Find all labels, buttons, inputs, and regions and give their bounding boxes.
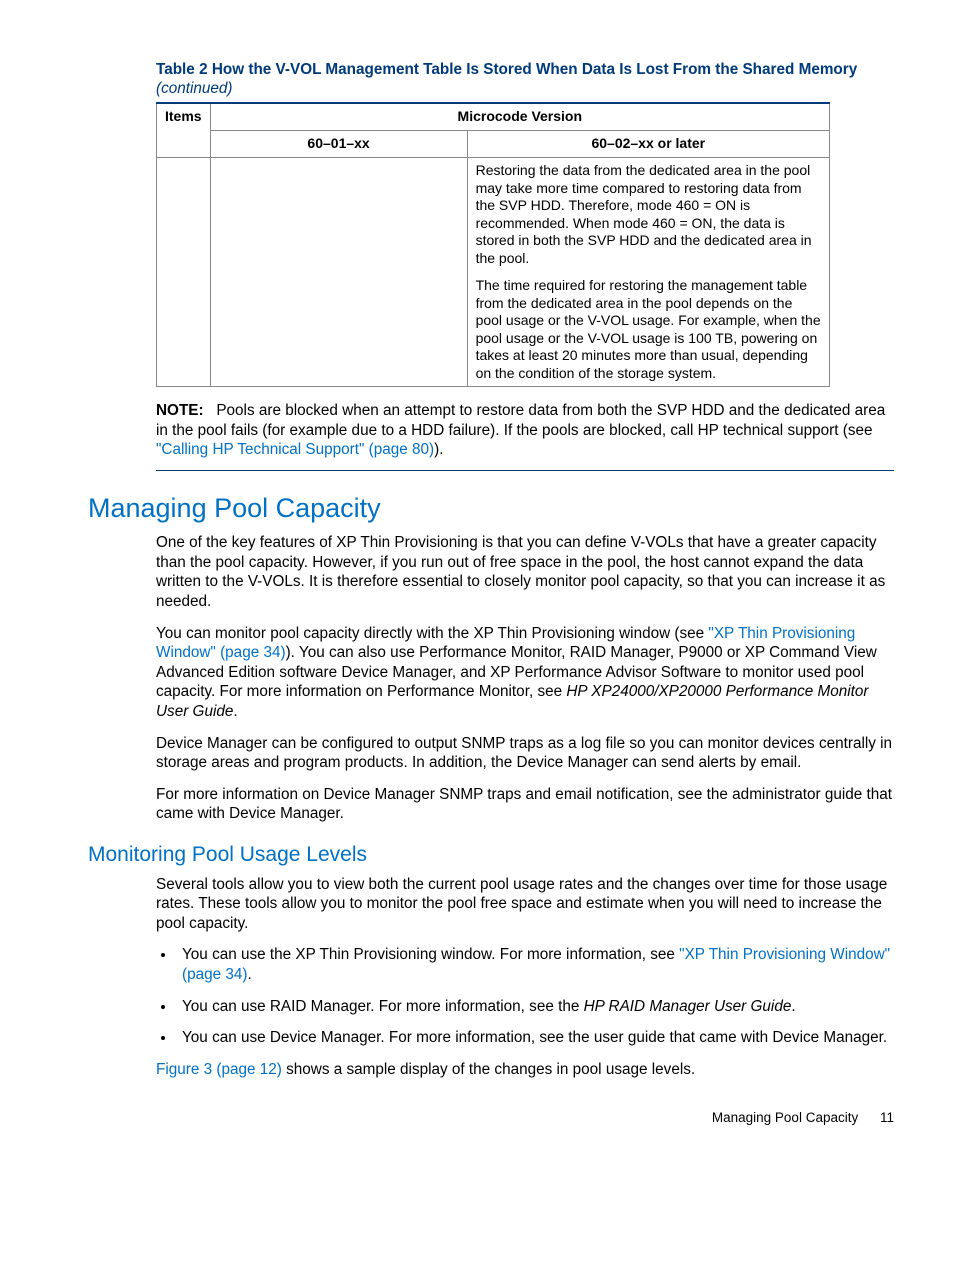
note-text-before: Pools are blocked when an attempt to res… [156, 402, 885, 439]
bullet-list: You can use the XP Thin Provisioning win… [156, 945, 894, 1047]
para-2a: You can monitor pool capacity directly w… [156, 625, 708, 642]
para-2: You can monitor pool capacity directly w… [156, 624, 894, 722]
cell-para-1: Restoring the data from the dedicated ar… [476, 162, 821, 267]
list-item: You can use Device Manager. For more inf… [176, 1028, 894, 1048]
li2b: . [791, 998, 795, 1015]
li1a: You can use the XP Thin Provisioning win… [182, 946, 679, 963]
li2-italic: HP RAID Manager User Guide [584, 998, 792, 1015]
footer-title: Managing Pool Capacity [712, 1110, 858, 1125]
para-6: Figure 3 (page 12) shows a sample displa… [156, 1060, 894, 1080]
th-microcode: Microcode Version [210, 103, 829, 130]
note-block: NOTE: Pools are blocked when an attempt … [156, 401, 894, 471]
para-6b: shows a sample display of the changes in… [282, 1061, 695, 1078]
th-items: Items [157, 103, 211, 157]
th-6002: 60–02–xx or later [467, 131, 829, 158]
note-link[interactable]: "Calling HP Technical Support" (page 80) [156, 441, 434, 458]
para-6-link[interactable]: Figure 3 (page 12) [156, 1061, 282, 1078]
para-3: Device Manager can be configured to outp… [156, 734, 894, 773]
heading-monitoring-pool-usage: Monitoring Pool Usage Levels [88, 842, 894, 869]
li2a: You can use RAID Manager. For more infor… [182, 998, 584, 1015]
td-6002: Restoring the data from the dedicated ar… [467, 158, 829, 387]
table-subheader-row: 60–01–xx 60–02–xx or later [157, 131, 830, 158]
td-6001 [210, 158, 467, 387]
list-item: You can use RAID Manager. For more infor… [176, 997, 894, 1017]
table-header-row: Items Microcode Version [157, 103, 830, 130]
section-body: One of the key features of XP Thin Provi… [156, 533, 894, 824]
table-caption-continued: (continued) [156, 80, 233, 97]
li1b: . [247, 966, 251, 983]
para-1: One of the key features of XP Thin Provi… [156, 533, 894, 611]
vvol-table: Items Microcode Version 60–01–xx 60–02–x… [156, 102, 830, 387]
heading-managing-pool-capacity: Managing Pool Capacity [88, 491, 894, 526]
list-item: You can use the XP Thin Provisioning win… [176, 945, 894, 984]
cell-para-2: The time required for restoring the mana… [476, 277, 821, 382]
td-items [157, 158, 211, 387]
para-4: For more information on Device Manager S… [156, 785, 894, 824]
note-text-after: ). [434, 441, 443, 458]
para-5: Several tools allow you to view both the… [156, 875, 894, 934]
para-2c: . [233, 703, 237, 720]
table-caption-text: Table 2 How the V-VOL Management Table I… [156, 61, 857, 78]
table-caption: Table 2 How the V-VOL Management Table I… [156, 60, 894, 98]
th-6001: 60–01–xx [210, 131, 467, 158]
note-label: NOTE: [156, 402, 204, 419]
subsection-body: Several tools allow you to view both the… [156, 875, 894, 1080]
page-footer: Managing Pool Capacity 11 [88, 1109, 894, 1126]
table-row: Restoring the data from the dedicated ar… [157, 158, 830, 387]
footer-page-number: 11 [880, 1110, 894, 1125]
page: Table 2 How the V-VOL Management Table I… [0, 0, 954, 1167]
